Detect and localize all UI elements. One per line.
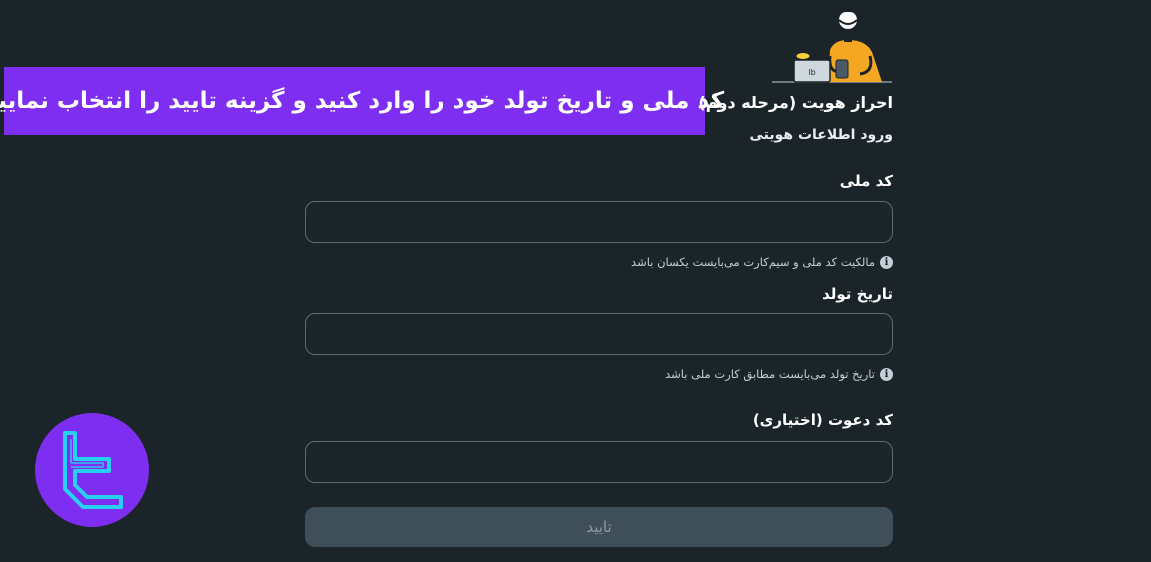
instruction-banner: کد ملی و تاریخ تولد خود را وارد کنید و گ… [0,67,724,135]
info-icon: i [880,367,893,381]
page-title: احراز هویت (مرحله دوم) [698,93,893,112]
birth-date-hint-text: تاریخ تولد می‌بایست مطابق کارت ملی باشد [665,367,875,381]
referral-code-label: کد دعوت (اختیاری) [752,411,893,429]
submit-button[interactable]: تایید [305,507,893,547]
national-code-label: کد ملی [839,172,893,190]
birth-date-label: تاریخ تولد [822,285,893,303]
person-at-laptop-illustration: lb [772,10,892,83]
brand-logo-icon [35,413,149,527]
national-code-hint-text: مالکیت کد ملی و سیم‌کارت می‌بایست یکسان … [631,255,875,269]
info-icon: i [880,255,893,269]
national-code-input[interactable] [305,201,893,243]
birth-date-input[interactable] [305,313,893,355]
referral-code-input[interactable] [305,441,893,483]
svg-text:lb: lb [808,68,815,77]
page-subtitle: ورود اطلاعات هویتی [749,127,893,143]
national-code-hint: i مالکیت کد ملی و سیم‌کارت می‌بایست یکسا… [631,255,893,269]
birth-date-hint: i تاریخ تولد می‌بایست مطابق کارت ملی باش… [665,367,893,381]
